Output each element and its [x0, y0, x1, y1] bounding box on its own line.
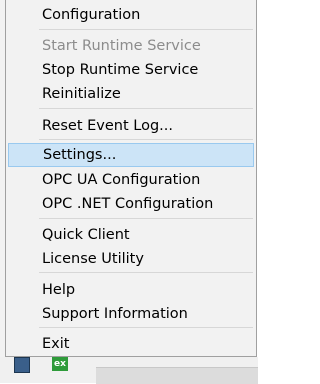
menu-item-opc-ua-configuration[interactable]: OPC UA Configuration	[8, 168, 254, 192]
menu-item-quick-client[interactable]: Quick Client	[8, 223, 254, 247]
menu-item-label: OPC UA Configuration	[42, 172, 201, 188]
taskbar-panel	[96, 367, 258, 384]
menu-separator	[39, 218, 253, 219]
menu-item-reset-event-log[interactable]: Reset Event Log...	[8, 114, 254, 138]
taskbar-area	[0, 357, 258, 384]
tray-ex-icon[interactable]: ex	[52, 357, 68, 371]
menu-item-stop-runtime-service[interactable]: Stop Runtime Service	[8, 58, 254, 82]
menu-separator	[39, 139, 253, 140]
menu-item-start-runtime-service: Start Runtime Service	[8, 34, 254, 58]
menu-item-reinitialize[interactable]: Reinitialize	[8, 82, 254, 106]
menu-item-label: License Utility	[42, 251, 144, 267]
context-menu: Configuration Start Runtime Service Stop…	[5, 0, 257, 357]
menu-item-help[interactable]: Help	[8, 278, 254, 302]
menu-separator	[39, 29, 253, 30]
menu-item-label: Help	[42, 282, 76, 298]
menu-separator	[39, 108, 253, 109]
menu-item-label: Settings...	[43, 147, 117, 163]
menu-item-label: Stop Runtime Service	[42, 62, 199, 78]
tray-app-icon[interactable]	[14, 357, 30, 373]
menu-item-label: Support Information	[42, 306, 188, 322]
menu-item-exit[interactable]: Exit	[8, 332, 254, 356]
menu-item-license-utility[interactable]: License Utility	[8, 247, 254, 271]
menu-item-support-information[interactable]: Support Information	[8, 302, 254, 326]
menu-separator	[39, 272, 253, 273]
menu-item-settings[interactable]: Settings...	[8, 143, 254, 167]
menu-item-label: Start Runtime Service	[42, 38, 201, 54]
menu-item-label: Reset Event Log...	[42, 118, 173, 134]
menu-item-configuration[interactable]: Configuration	[8, 3, 254, 27]
menu-item-label: Configuration	[42, 7, 141, 23]
menu-item-label: Reinitialize	[42, 86, 121, 102]
menu-item-opc-net-configuration[interactable]: OPC .NET Configuration	[8, 192, 254, 216]
menu-item-label: Exit	[42, 336, 70, 352]
menu-item-label: OPC .NET Configuration	[42, 196, 214, 212]
menu-separator	[39, 327, 253, 328]
menu-item-label: Quick Client	[42, 227, 130, 243]
